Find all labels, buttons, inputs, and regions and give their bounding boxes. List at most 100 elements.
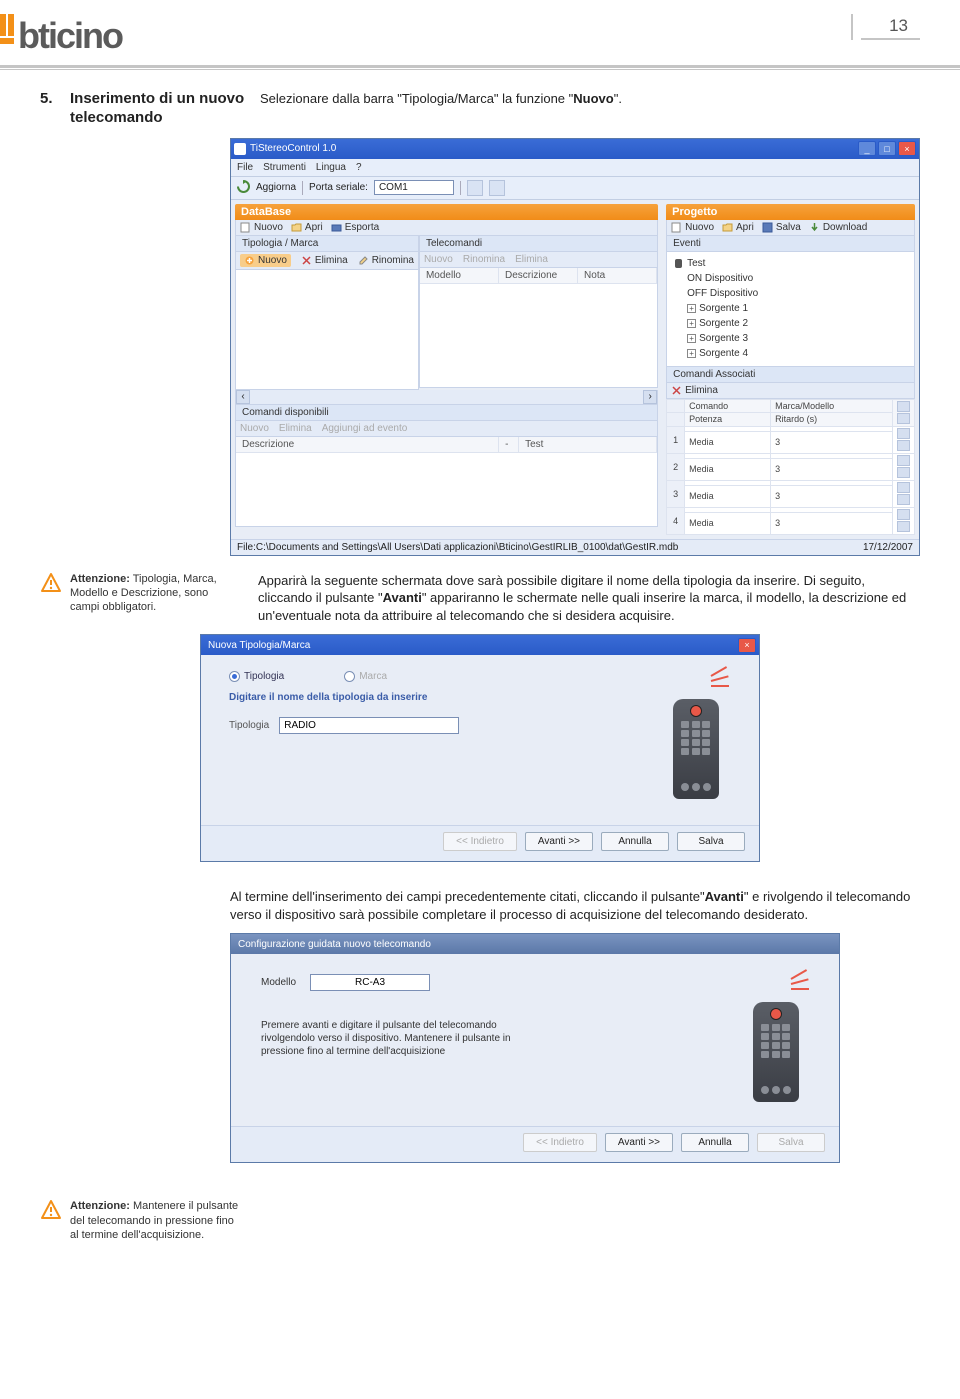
zoom-in-button[interactable]	[489, 180, 505, 196]
prog-download-button[interactable]: Download	[809, 222, 867, 233]
prog-nuovo-button[interactable]: Nuovo	[671, 222, 714, 233]
col-test: Test	[519, 437, 657, 452]
section-title: Inserimento di un nuovo telecomando	[70, 90, 250, 128]
dialog3-instructions: Premere avanti e digitare il pulsante de…	[261, 1019, 521, 1058]
statusbar: File:C:\Documents and Settings\All Users…	[231, 539, 919, 555]
menu-help[interactable]: ?	[356, 162, 362, 173]
move-up-button[interactable]	[897, 482, 910, 493]
db-nuovo-button[interactable]: Nuovo	[240, 222, 283, 233]
eventi-header: Eventi	[666, 236, 915, 252]
tree-item[interactable]: +Sorgente 1	[673, 301, 908, 316]
move-down-button[interactable]	[897, 521, 910, 532]
status-date: 17/12/2007	[863, 542, 913, 553]
col-nota: Nota	[578, 268, 657, 283]
tipologia-input[interactable]	[279, 717, 459, 734]
refresh-icon[interactable]	[237, 180, 250, 196]
move-up-button[interactable]	[897, 428, 910, 439]
tipologia-label: Tipologia	[229, 720, 269, 731]
port-select[interactable]: COM1	[374, 180, 454, 195]
warning-required-fields: Attenzione: Tipologia, Marca, Modello e …	[70, 572, 240, 615]
annulla-button[interactable]: Annulla	[681, 1133, 749, 1152]
tipologia-rinomina-button[interactable]: Rinomina	[358, 254, 414, 267]
tree-item[interactable]: +Sorgente 3	[673, 331, 908, 346]
tipologia-list[interactable]	[235, 270, 419, 390]
remote-illustration	[729, 974, 819, 1114]
col-potenza: Potenza	[685, 413, 771, 427]
menu-strumenti[interactable]: Strumenti	[263, 162, 306, 173]
progetto-title: Progetto	[666, 204, 915, 220]
move-down-button[interactable]	[897, 413, 910, 424]
titlebar-text: TiStereoControl 1.0	[250, 143, 858, 154]
associati-toolbar: Elimina	[666, 383, 915, 399]
eventi-tree[interactable]: Test ON Dispositivo OFF Dispositivo +Sor…	[666, 252, 915, 367]
database-title: DataBase	[235, 204, 658, 220]
associati-elimina-button[interactable]: Elimina	[671, 385, 718, 396]
warning-icon	[40, 1199, 62, 1221]
remote-icon	[673, 258, 684, 269]
col-descrizione2: Descrizione	[236, 437, 499, 452]
move-up-button[interactable]	[897, 401, 910, 412]
comandi-header: Comandi disponibili	[235, 405, 658, 421]
telecomandi-header: Telecomandi	[419, 236, 658, 252]
dialog2-titlebar: Nuova Tipologia/Marca ×	[201, 635, 759, 655]
maximize-button[interactable]: □	[878, 141, 896, 156]
tree-item[interactable]: +Sorgente 4	[673, 346, 908, 361]
tree-item[interactable]: +Sorgente 2	[673, 316, 908, 331]
prog-salva-button[interactable]: Salva	[762, 222, 801, 233]
move-down-button[interactable]	[897, 494, 910, 505]
avanti-button[interactable]: Avanti >>	[605, 1133, 673, 1152]
comandi-aggiungi-button: Aggiungi ad evento	[322, 423, 408, 434]
comandi-toolbar: Nuovo Elimina Aggiungi ad evento	[235, 421, 658, 437]
db-apri-button[interactable]: Apri	[291, 222, 323, 233]
remote-illustration	[649, 671, 739, 811]
page-number: 13	[851, 14, 920, 40]
comandi-list[interactable]: Descrizione - Test	[235, 437, 658, 527]
move-down-button[interactable]	[897, 467, 910, 478]
port-label: Porta seriale:	[309, 182, 368, 193]
telecomandi-list[interactable]: Modello Descrizione Nota	[419, 268, 658, 388]
avanti-button[interactable]: Avanti >>	[525, 832, 593, 851]
move-up-button[interactable]	[897, 509, 910, 520]
move-down-button[interactable]	[897, 440, 910, 451]
db-esporta-button[interactable]: Esporta	[331, 222, 379, 233]
paragraph-1: Apparirà la seguente schermata dove sarà…	[248, 572, 920, 625]
salva-button[interactable]: Salva	[677, 832, 745, 851]
main-toolbar: Aggiorna Porta seriale: COM1	[231, 177, 919, 200]
menu-file[interactable]: File	[237, 162, 253, 173]
move-up-button[interactable]	[897, 455, 910, 466]
dialog2-buttons: << Indietro Avanti >> Annulla Salva	[201, 825, 759, 861]
tree-item[interactable]: OFF Dispositivo	[673, 286, 908, 301]
progetto-toolbar: Nuovo Apri Salva Download	[666, 220, 915, 236]
tipologia-toolbar: Nuovo Elimina Rinomina	[235, 252, 419, 270]
menubar: File Strumenti Lingua ?	[231, 159, 919, 177]
prog-apri-button[interactable]: Apri	[722, 222, 754, 233]
app-window: TiStereoControl 1.0 _ □ × File Strumenti…	[230, 138, 920, 556]
tree-item[interactable]: ON Dispositivo	[673, 271, 908, 286]
col-marca: Marca/Modello	[771, 399, 893, 413]
progetto-panel: Progetto Nuovo Apri Salva Download Event…	[662, 200, 919, 539]
h-scrollbar[interactable]: ‹›	[235, 390, 658, 405]
associati-table: Comando Marca/Modello Potenza Ritardo (s…	[666, 399, 915, 535]
nuova-tipologia-dialog: Nuova Tipologia/Marca × Tipologia Marca …	[200, 634, 760, 862]
database-panel: DataBase Nuovo Apri Esporta Tipologia / …	[231, 200, 662, 539]
close-button[interactable]: ×	[738, 638, 756, 653]
radio-marca: Marca	[344, 671, 387, 682]
warning-icon	[40, 572, 62, 594]
comandi-elimina-button: Elimina	[279, 423, 312, 434]
salva-button: Salva	[757, 1133, 825, 1152]
telecomandi-toolbar: Nuovo Rinomina Elimina	[419, 252, 658, 268]
refresh-label[interactable]: Aggiorna	[256, 182, 296, 193]
close-button[interactable]: ×	[898, 141, 916, 156]
annulla-button[interactable]: Annulla	[601, 832, 669, 851]
tipologia-elimina-button[interactable]: Elimina	[301, 254, 348, 267]
menu-lingua[interactable]: Lingua	[316, 162, 346, 173]
titlebar: TiStereoControl 1.0 _ □ ×	[231, 139, 919, 159]
tipologia-nuovo-button[interactable]: Nuovo	[240, 254, 291, 267]
modello-input[interactable]	[310, 974, 430, 991]
zoom-out-button[interactable]	[467, 180, 483, 196]
section-heading: 5. Inserimento di un nuovo telecomando S…	[0, 90, 960, 128]
minimize-button[interactable]: _	[858, 141, 876, 156]
col-comando: Comando	[685, 399, 771, 413]
svg-text:bticino: bticino	[18, 15, 123, 56]
radio-tipologia[interactable]: Tipologia	[229, 671, 284, 682]
